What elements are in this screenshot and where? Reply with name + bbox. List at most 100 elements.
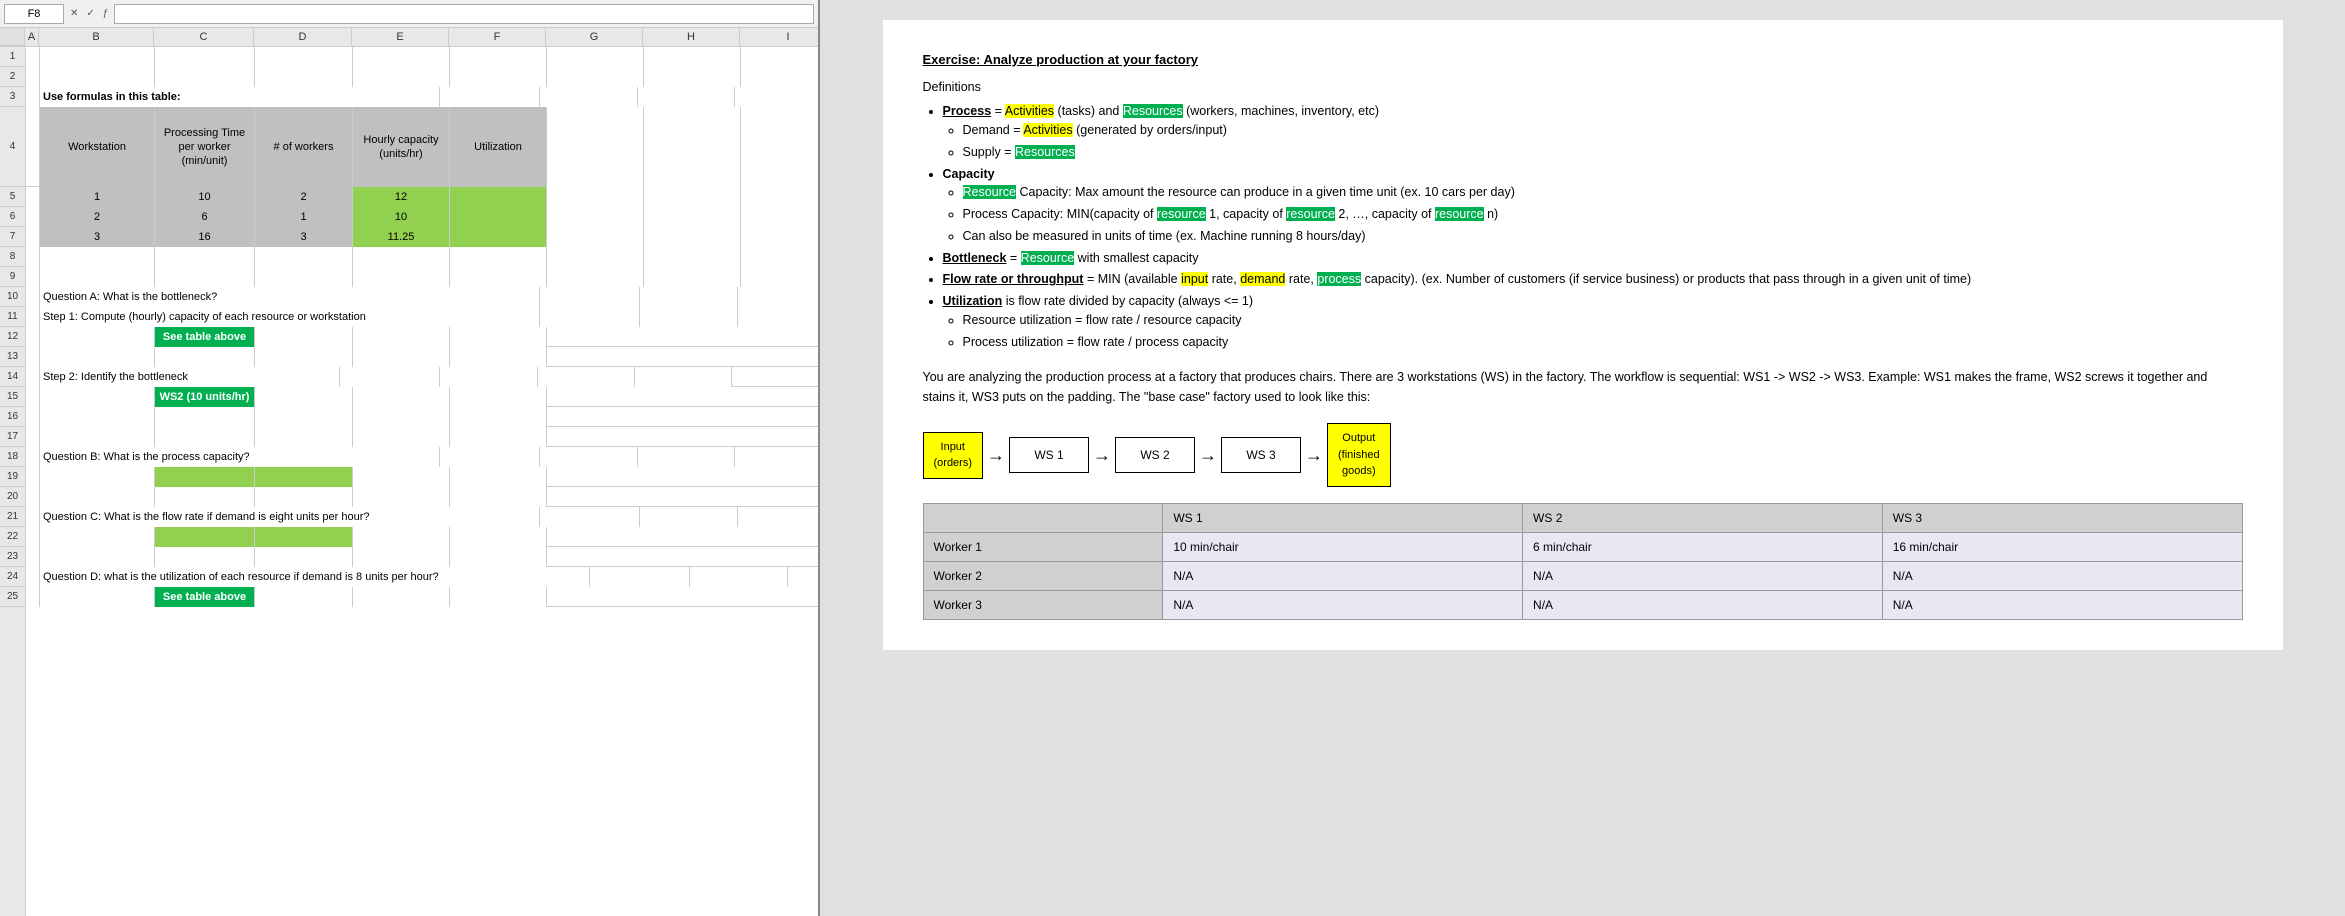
- cell-a17[interactable]: [26, 427, 40, 447]
- cell-d21[interactable]: [640, 507, 738, 527]
- cell-e25[interactable]: [353, 587, 450, 607]
- cell-f7[interactable]: [450, 227, 547, 247]
- cell-a24[interactable]: [26, 567, 40, 587]
- cell-a9[interactable]: [26, 267, 40, 287]
- cell-b23[interactable]: [40, 547, 155, 567]
- row-header-10[interactable]: 10: [0, 287, 25, 307]
- cell-b12[interactable]: [40, 327, 155, 347]
- row-header-1[interactable]: 1: [0, 47, 25, 67]
- cell-c1[interactable]: [155, 47, 255, 67]
- cell-a3[interactable]: [26, 87, 40, 107]
- cell-h8[interactable]: [644, 247, 741, 267]
- cell-a19[interactable]: [26, 467, 40, 487]
- cell-h2[interactable]: [644, 67, 741, 87]
- cell-b17[interactable]: [40, 427, 155, 447]
- cell-b2[interactable]: [40, 67, 155, 87]
- cell-c14[interactable]: [340, 367, 440, 387]
- row-header-4[interactable]: 4: [0, 107, 25, 187]
- cell-f3[interactable]: [735, 87, 818, 107]
- cell-i8[interactable]: [741, 247, 818, 267]
- cell-a25[interactable]: [26, 587, 40, 607]
- row-header-9[interactable]: 9: [0, 267, 25, 287]
- cell-c6[interactable]: 6: [155, 207, 255, 227]
- cell-e11[interactable]: [738, 307, 818, 327]
- cell-c9[interactable]: [155, 267, 255, 287]
- cell-b14[interactable]: Step 2: Identify the bottleneck: [40, 367, 340, 387]
- row-header-20[interactable]: 20: [0, 487, 25, 507]
- cell-d23[interactable]: [255, 547, 353, 567]
- cell-c7[interactable]: 16: [155, 227, 255, 247]
- cell-b5[interactable]: 1: [40, 187, 155, 207]
- cell-c20[interactable]: [155, 487, 255, 507]
- cell-a4[interactable]: [26, 107, 40, 186]
- row-header-24[interactable]: 24: [0, 567, 25, 587]
- cell-e24[interactable]: [788, 567, 818, 587]
- row-header-6[interactable]: 6: [0, 207, 25, 227]
- cell-a21[interactable]: [26, 507, 40, 527]
- row-header-13[interactable]: 13: [0, 347, 25, 367]
- cell-e6[interactable]: 10: [353, 207, 450, 227]
- cell-d3[interactable]: [540, 87, 638, 107]
- cell-c18[interactable]: [440, 447, 540, 467]
- cell-a15[interactable]: [26, 387, 40, 407]
- cell-b24[interactable]: Question D: what is the utilization of e…: [40, 567, 590, 587]
- col-header-f[interactable]: F: [449, 28, 546, 46]
- cell-b8[interactable]: [40, 247, 155, 267]
- cell-c12-answer[interactable]: See table above: [155, 327, 255, 347]
- cell-c21[interactable]: [540, 507, 640, 527]
- cell-c17[interactable]: [155, 427, 255, 447]
- cell-g5[interactable]: [547, 187, 644, 207]
- col-header-d[interactable]: D: [254, 28, 352, 46]
- row-header-14[interactable]: 14: [0, 367, 25, 387]
- row-header-17[interactable]: 17: [0, 427, 25, 447]
- cell-h4[interactable]: [644, 107, 741, 187]
- cell-d18[interactable]: [540, 447, 638, 467]
- cell-c16[interactable]: [155, 407, 255, 427]
- cell-d13[interactable]: [255, 347, 353, 367]
- cell-h9[interactable]: [644, 267, 741, 287]
- cell-d16[interactable]: [255, 407, 353, 427]
- cell-b15[interactable]: [40, 387, 155, 407]
- cell-f22[interactable]: [450, 527, 547, 547]
- cell-c23[interactable]: [155, 547, 255, 567]
- cell-e3[interactable]: [638, 87, 735, 107]
- cell-d9[interactable]: [255, 267, 353, 287]
- formula-bar[interactable]: [114, 4, 814, 24]
- cell-g6[interactable]: [547, 207, 644, 227]
- cell-d8[interactable]: [255, 247, 353, 267]
- cell-b1[interactable]: [40, 47, 155, 67]
- cell-f15[interactable]: [450, 387, 547, 407]
- cell-b7[interactable]: 3: [40, 227, 155, 247]
- cell-b9[interactable]: [40, 267, 155, 287]
- cell-a12[interactable]: [26, 327, 40, 347]
- cell-b3[interactable]: Use formulas in this table:: [40, 87, 440, 107]
- cell-e22[interactable]: [353, 527, 450, 547]
- cell-b10[interactable]: Question A: What is the bottleneck?: [40, 287, 540, 307]
- row-header-12[interactable]: 12: [0, 327, 25, 347]
- cell-h5[interactable]: [644, 187, 741, 207]
- cell-c22-answer[interactable]: [155, 527, 255, 547]
- cell-i5[interactable]: [741, 187, 818, 207]
- cell-e10[interactable]: [738, 287, 818, 307]
- cell-c8[interactable]: [155, 247, 255, 267]
- cell-g1[interactable]: [547, 47, 644, 67]
- cell-b11[interactable]: Step 1: Compute (hourly) capacity of eac…: [40, 307, 540, 327]
- cell-b18[interactable]: Question B: What is the process capacity…: [40, 447, 440, 467]
- cell-g4[interactable]: [547, 107, 644, 187]
- cell-a1[interactable]: [26, 47, 40, 67]
- col-header-a[interactable]: A: [25, 28, 39, 46]
- cell-d7[interactable]: 3: [255, 227, 353, 247]
- cell-g9[interactable]: [547, 267, 644, 287]
- cell-h1[interactable]: [644, 47, 741, 67]
- cell-e16[interactable]: [353, 407, 450, 427]
- cell-b22[interactable]: [40, 527, 155, 547]
- cell-a2[interactable]: [26, 67, 40, 87]
- cell-c3[interactable]: [440, 87, 540, 107]
- cell-d10[interactable]: [640, 287, 738, 307]
- cell-i2[interactable]: [741, 67, 818, 87]
- cell-b19[interactable]: [40, 467, 155, 487]
- cell-g8[interactable]: [547, 247, 644, 267]
- col-header-g[interactable]: G: [546, 28, 643, 46]
- cell-a20[interactable]: [26, 487, 40, 507]
- cell-f12[interactable]: [450, 327, 547, 347]
